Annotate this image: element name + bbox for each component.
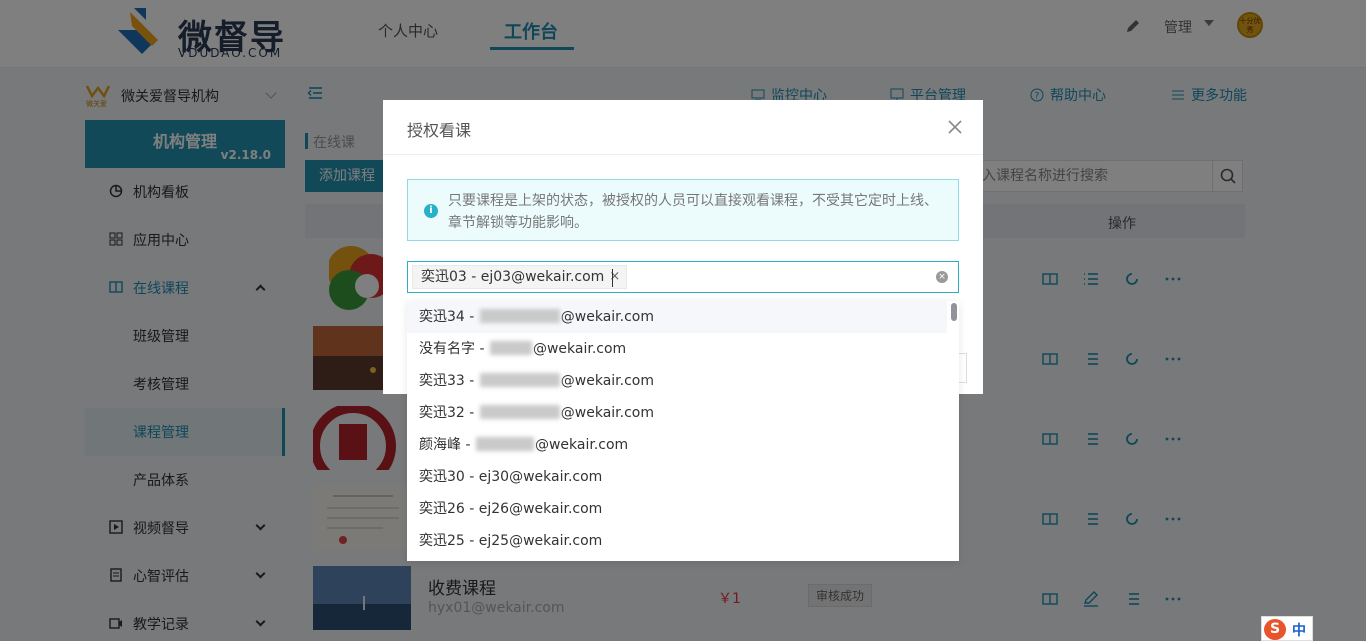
option-suffix: @wekair.com: [560, 405, 654, 421]
dropdown-option[interactable]: 奕迅32 - @wekair.com: [407, 397, 947, 429]
redacted-text: [479, 405, 560, 419]
ime-logo-icon: S: [1264, 619, 1286, 640]
ime-mode-label: 中: [1292, 623, 1306, 639]
dialog-divider: [383, 154, 983, 155]
info-alert: i 只要课程是上架的状态，被授权的人员可以直接观看课程，不受其它定时上线、章节解…: [407, 179, 959, 241]
text-cursor: [612, 269, 613, 287]
option-suffix: @wekair.com: [560, 373, 654, 389]
option-label: 奕迅26 - ej26@wekair.com: [419, 501, 603, 517]
redacted-text: [479, 373, 560, 387]
redacted-text: [475, 437, 534, 451]
dropdown-scrollbar[interactable]: [951, 303, 957, 321]
info-icon: i: [424, 204, 438, 218]
selected-user-tag: 奕迅03 - ej03@wekair.com ×: [412, 265, 628, 289]
alert-text: 只要课程是上架的状态，被授权的人员可以直接观看课程，不受其它定时上线、章节解锁等…: [448, 193, 938, 231]
dialog-title: 授权看课: [407, 121, 472, 140]
ime-indicator[interactable]: S 中: [1261, 616, 1313, 641]
option-suffix: @wekair.com: [532, 341, 627, 357]
option-label: 奕迅30 - ej30@wekair.com: [419, 469, 603, 485]
option-suffix: @wekair.com: [560, 309, 654, 325]
user-dropdown: 奕迅34 - @wekair.com 没有名字 - @wekair.com 奕迅…: [407, 301, 959, 561]
option-prefix: 没有名字 -: [419, 341, 489, 357]
selected-user-label: 奕迅03 - ej03@wekair.com: [421, 269, 605, 285]
dropdown-option[interactable]: 奕迅33 - @wekair.com: [407, 365, 947, 397]
option-prefix: 颜海峰 -: [419, 437, 475, 453]
option-prefix: 奕迅33 -: [419, 373, 479, 389]
dropdown-option[interactable]: 奕迅26 - ej26@wekair.com: [407, 493, 947, 525]
user-multi-select[interactable]: 奕迅03 - ej03@wekair.com × ×: [407, 261, 959, 293]
dropdown-option[interactable]: 没有名字 - @wekair.com: [407, 333, 947, 365]
option-suffix: @wekair.com: [534, 437, 629, 453]
option-prefix: 奕迅34 -: [419, 309, 479, 325]
redacted-text: [479, 309, 560, 323]
clear-icon[interactable]: ×: [936, 271, 948, 283]
dropdown-option[interactable]: 颜海峰 - @wekair.com: [407, 429, 947, 461]
dropdown-option[interactable]: 奕迅34 - @wekair.com: [407, 301, 947, 333]
dropdown-option[interactable]: 奕迅25 - ej25@wekair.com: [407, 525, 947, 557]
close-icon[interactable]: [947, 119, 963, 135]
dropdown-option[interactable]: 奕迅30 - ej30@wekair.com: [407, 461, 947, 493]
option-label: 奕迅25 - ej25@wekair.com: [419, 533, 603, 549]
redacted-text: [489, 341, 532, 355]
option-prefix: 奕迅32 -: [419, 405, 479, 421]
